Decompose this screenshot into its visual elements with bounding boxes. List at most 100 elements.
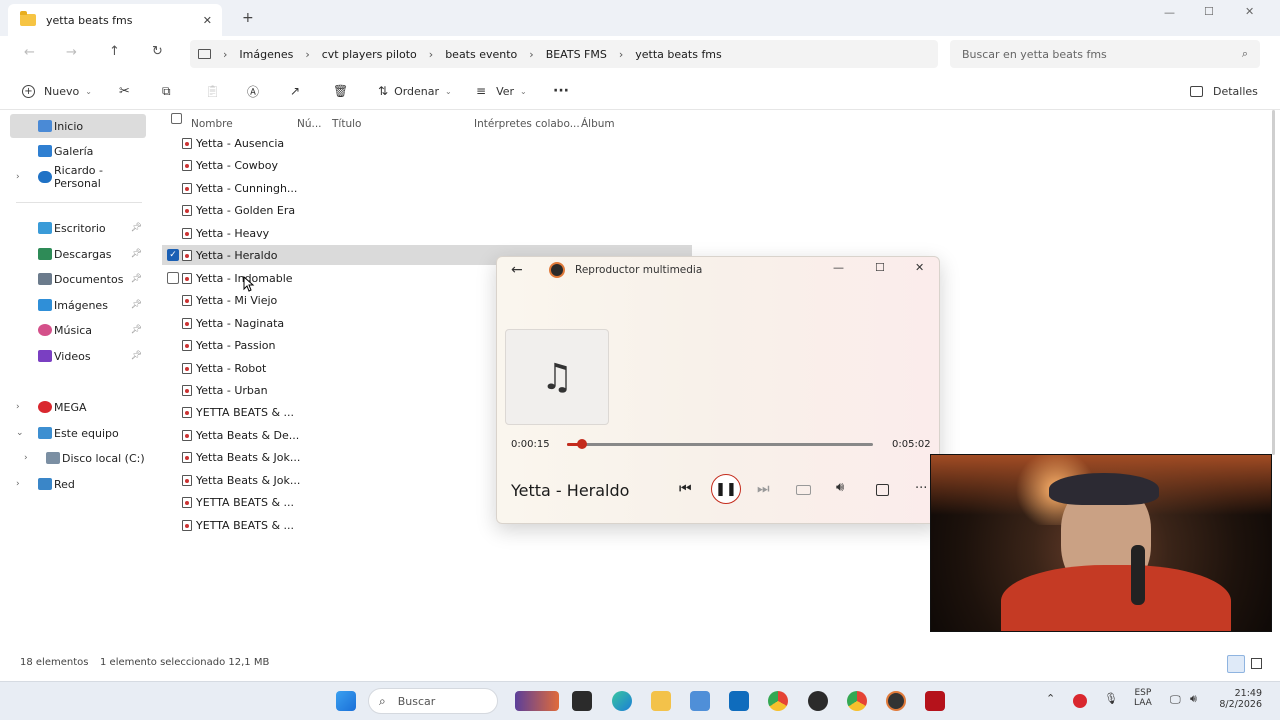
search-input[interactable]: Buscar en yetta beats fms ⌕ <box>950 40 1260 68</box>
refresh-icon[interactable]: ↻ <box>152 44 163 59</box>
store-icon[interactable] <box>690 691 710 711</box>
chevron-right-icon[interactable]: › <box>24 453 28 463</box>
media-player-taskbar-icon[interactable] <box>886 691 906 711</box>
sidebar-item-videos[interactable]: Videos 📌︎ <box>10 344 146 368</box>
pause-button[interactable]: ❚❚ <box>711 474 741 504</box>
minimize-button[interactable]: — <box>1164 6 1175 19</box>
pin-icon[interactable]: 📌︎ <box>131 249 142 259</box>
checkbox[interactable] <box>167 272 179 284</box>
sidebar-item-inicio[interactable]: Inicio <box>10 114 146 138</box>
back-arrow-icon[interactable]: ← <box>511 262 523 278</box>
clock[interactable]: 21:49 8/2/2026 <box>1218 688 1262 710</box>
taskbar-search[interactable]: ⌕ Buscar <box>368 688 498 714</box>
sidebar-item-escritorio[interactable]: Escritorio 📌︎ <box>10 216 146 240</box>
volume-icon[interactable]: 🔊︎ <box>836 480 844 495</box>
new-button[interactable]: + Nuevo ⌄ <box>22 72 92 110</box>
column-header-name[interactable]: Nombre <box>191 118 233 130</box>
share-icon[interactable]: ↗ <box>290 72 300 110</box>
sidebar-item-disco-local[interactable]: › Disco local (C:) <box>18 446 146 470</box>
details-view-icon[interactable] <box>1227 655 1245 673</box>
microphone-icon[interactable]: 🎙︎ <box>1104 692 1118 705</box>
column-header-title[interactable]: Título <box>332 118 361 130</box>
start-button[interactable] <box>336 691 356 711</box>
sidebar-item-musica[interactable]: Música 📌︎ <box>10 318 146 342</box>
captions-icon[interactable] <box>796 485 811 495</box>
next-track-icon[interactable]: ⏭ <box>757 481 770 497</box>
breadcrumb-item[interactable]: cvt players piloto <box>322 48 417 61</box>
pin-icon[interactable]: 📌︎ <box>131 351 142 361</box>
edge-icon[interactable] <box>612 691 632 711</box>
new-tab-button[interactable]: + <box>242 10 254 26</box>
rename-icon[interactable]: Ⓐ <box>247 72 259 110</box>
file-row[interactable]: Yetta - Cowboy <box>162 155 692 175</box>
file-explorer-icon[interactable] <box>651 691 671 711</box>
sidebar-item-documentos[interactable]: Documentos 📌︎ <box>10 267 146 291</box>
widget-news-icon[interactable] <box>515 691 559 711</box>
chevron-up-icon[interactable]: ⌃ <box>1046 692 1055 705</box>
column-header-number[interactable]: Nú... <box>297 118 322 130</box>
select-all-checkbox[interactable] <box>171 113 182 124</box>
view-button[interactable]: ≡ Ver ⌄ <box>476 72 527 110</box>
tab-close-icon[interactable]: ✕ <box>203 14 212 27</box>
chevron-down-icon[interactable]: ⌄ <box>16 428 24 438</box>
up-arrow-icon[interactable]: ↑ <box>109 44 120 59</box>
search-icon[interactable]: ⌕ <box>1242 47 1248 61</box>
sidebar-item-mega[interactable]: › MEGA <box>10 395 146 419</box>
pin-icon[interactable]: 📌︎ <box>131 300 142 310</box>
sidebar-item-descargas[interactable]: Descargas 📌︎ <box>10 242 146 266</box>
obs-icon[interactable] <box>925 691 945 711</box>
copy-icon[interactable]: ⧉ <box>162 72 171 110</box>
pin-icon[interactable]: 📌︎ <box>131 274 142 284</box>
file-row[interactable]: Yetta - Ausencia <box>162 133 692 153</box>
more-options-icon[interactable]: ··· <box>553 72 569 110</box>
language-indicator[interactable]: ESP LAA <box>1134 688 1152 708</box>
checkbox-checked[interactable]: ✓ <box>167 249 179 261</box>
breadcrumb-item[interactable]: Imágenes <box>239 48 293 61</box>
player-close-button[interactable]: ✕ <box>915 261 924 274</box>
file-row[interactable]: Yetta - Golden Era <box>162 200 692 220</box>
sidebar-item-onedrive[interactable]: › Ricardo - Personal <box>10 164 146 190</box>
chevron-right-icon[interactable]: › <box>16 172 20 182</box>
file-row[interactable]: Yetta - Heavy <box>162 223 692 243</box>
scrollbar[interactable] <box>1272 110 1275 455</box>
delete-icon[interactable]: 🗑︎ <box>333 72 348 110</box>
mega-tray-icon[interactable] <box>1073 694 1087 708</box>
chevron-right-icon[interactable]: › <box>16 479 20 489</box>
pin-icon[interactable]: 📌︎ <box>131 325 142 335</box>
sidebar-item-red[interactable]: › Red <box>10 472 146 496</box>
back-arrow-icon[interactable]: ← <box>24 45 35 60</box>
seek-bar-thumb[interactable] <box>577 439 588 449</box>
previous-track-icon[interactable]: ⏮ <box>679 481 692 497</box>
close-button[interactable]: ✕ <box>1245 5 1254 18</box>
sidebar-item-imagenes[interactable]: Imágenes 📌︎ <box>10 293 146 317</box>
chevron-right-icon[interactable]: › <box>16 402 20 412</box>
chrome-icon[interactable] <box>768 691 788 711</box>
network-icon[interactable]: 🖵︎ <box>1170 693 1181 707</box>
breadcrumb[interactable]: › Imágenes › cvt players piloto › beats … <box>190 40 938 68</box>
details-button[interactable]: Detalles <box>1190 72 1258 110</box>
breadcrumb-item[interactable]: beats evento <box>445 48 517 61</box>
sort-button[interactable]: ⇅ Ordenar ⌄ <box>378 72 452 110</box>
sidebar-item-galeria[interactable]: Galería <box>10 139 146 163</box>
seek-bar[interactable] <box>567 439 873 449</box>
maximize-button[interactable]: ☐ <box>1204 5 1214 18</box>
column-header-album[interactable]: Álbum <box>581 118 615 130</box>
file-row[interactable]: Yetta - Cunningh... <box>162 178 692 198</box>
pin-icon[interactable]: 📌︎ <box>131 223 142 233</box>
volume-icon[interactable]: 🔊︎ <box>1190 692 1197 706</box>
more-options-icon[interactable]: ··· <box>915 481 927 496</box>
sidebar-item-este-equipo[interactable]: ⌄ Este equipo <box>10 421 146 445</box>
column-header-artists[interactable]: Intérpretes colabo... <box>474 118 580 130</box>
task-view-icon[interactable] <box>572 691 592 711</box>
chrome-profile-icon[interactable] <box>847 691 867 711</box>
computer-icon[interactable] <box>198 49 211 59</box>
paste-icon[interactable]: 📋︎ <box>205 72 220 110</box>
app-icon[interactable] <box>808 691 828 711</box>
player-maximize-button[interactable]: ☐ <box>875 261 885 274</box>
tab-yetta-beats-fms[interactable]: yetta beats fms ✕ <box>8 4 222 36</box>
tiles-view-icon[interactable] <box>1251 658 1262 669</box>
player-minimize-button[interactable]: — <box>833 261 844 274</box>
cut-icon[interactable]: ✂ <box>119 72 130 110</box>
outlook-icon[interactable] <box>729 691 749 711</box>
mini-player-icon[interactable] <box>876 484 889 496</box>
